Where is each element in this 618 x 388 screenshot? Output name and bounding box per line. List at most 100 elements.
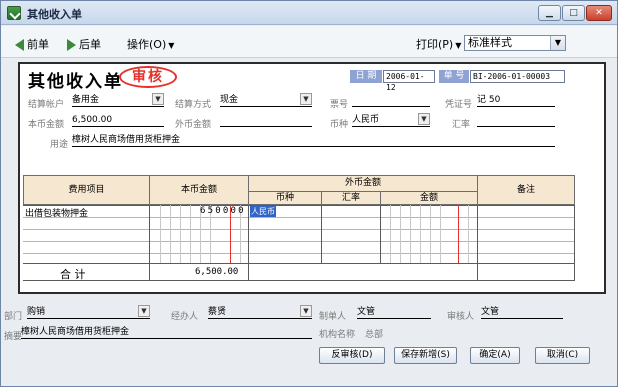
maker-label: 制单人 <box>319 312 347 322</box>
print-label: 打印(P) <box>416 38 454 51</box>
org-label: 机构名称 <box>319 330 356 340</box>
toolbar: 前单 后单 操作(O) ▼ 打印(P) ▼ 标准样式 ▼ <box>1 26 617 58</box>
grid-row-line <box>23 229 575 230</box>
minimize-button[interactable]: ▁ <box>538 5 561 21</box>
col-header-local: 本币金额 <box>149 175 249 205</box>
app-window: 其他收入单 ▁ □ ✕ 前单 后单 操作(O) ▼ 打印(P) ▼ 标准样式 ▼ 其… <box>0 0 618 387</box>
grid-row-line <box>23 241 575 242</box>
handler-label: 经办人 <box>171 312 199 322</box>
chevron-down-icon[interactable]: ▼ <box>300 93 312 105</box>
purpose-field[interactable]: 樟树人民商场借用货柜押金 <box>72 134 555 147</box>
auditor-label: 审核人 <box>447 312 475 322</box>
dropdown-arrow-icon[interactable]: ▼ <box>550 36 565 50</box>
account-value: 备用金 <box>72 95 100 105</box>
dept-field[interactable]: 购销 ▼ <box>27 305 150 319</box>
rate-field[interactable] <box>477 114 555 127</box>
grid-col-line <box>248 205 249 281</box>
col-header-foreign: 外币金额 <box>248 175 478 192</box>
currency-label: 币种 <box>330 120 349 130</box>
doc-no-label: 单 号 <box>439 70 469 83</box>
col-header-note: 备注 <box>477 175 575 205</box>
grid-total-border <box>23 263 575 264</box>
foreign-amount-label: 外币金额 <box>175 120 212 130</box>
footer-panel: 部门 购销 ▼ 经办人 蔡贤 ▼ 制单人 文管 审核人 文管 摘要 樟树人民商场借用… <box>1 297 617 388</box>
local-amount-field[interactable]: 6,500.00 <box>72 114 164 127</box>
method-value: 现金 <box>220 95 239 105</box>
print-style-select[interactable]: 标准样式 ▼ <box>464 35 566 51</box>
unaudit-button[interactable]: 反审核(D) <box>319 347 385 364</box>
summary-field[interactable]: 樟树人民商场借用货柜押金 <box>21 326 312 339</box>
title-bar: 其他收入单 ▁ □ ✕ <box>1 1 617 25</box>
rate-label: 汇率 <box>452 120 471 130</box>
grid-header-border <box>23 205 575 206</box>
digit-line <box>410 205 411 263</box>
method-label: 结算方式 <box>175 100 212 110</box>
maximize-button[interactable]: □ <box>562 5 585 21</box>
operations-label: 操作(O) <box>127 38 167 51</box>
cancel-button[interactable]: 取消(C) <box>535 347 590 364</box>
digit-line <box>440 205 441 263</box>
grid-col-line <box>149 205 150 281</box>
voucher-field[interactable]: 记 50 <box>477 94 555 107</box>
handler-value: 蔡贤 <box>208 307 227 317</box>
window-title: 其他收入单 <box>27 8 82 21</box>
col-header-item: 费用项目 <box>23 175 150 205</box>
col-header-currency: 币种 <box>248 191 322 205</box>
digit-line <box>190 205 191 263</box>
ticket-label: 票号 <box>330 100 349 110</box>
account-label: 结算帐户 <box>28 100 65 110</box>
save-new-button[interactable]: 保存新增(S) <box>394 347 457 364</box>
chevron-down-icon: ▼ <box>455 41 462 50</box>
chevron-down-icon[interactable]: ▼ <box>138 305 150 317</box>
col-header-amount: 金额 <box>380 191 478 205</box>
arrow-right-icon <box>67 39 76 51</box>
chevron-down-icon[interactable]: ▼ <box>152 93 164 105</box>
digit-line <box>420 205 421 263</box>
grid-col-line <box>321 205 322 263</box>
digit-line <box>160 205 161 263</box>
print-style-value: 标准样式 <box>468 36 512 49</box>
operations-menu[interactable]: 操作(O) ▼ <box>127 36 174 52</box>
chevron-down-icon[interactable]: ▼ <box>418 113 430 125</box>
digit-line <box>400 205 401 263</box>
method-field[interactable]: 现金 ▼ <box>220 93 312 107</box>
close-button[interactable]: ✕ <box>586 5 612 21</box>
grid-row-line <box>23 217 575 218</box>
digit-line <box>170 205 171 263</box>
next-record-button[interactable]: 后单 <box>67 36 101 52</box>
digit-line <box>468 205 469 263</box>
next-label: 后单 <box>79 38 101 51</box>
row-item-cell[interactable]: 出借包装物押金 <box>25 206 88 219</box>
foreign-amount-field[interactable] <box>220 114 312 127</box>
prev-label: 前单 <box>27 38 49 51</box>
print-menu[interactable]: 打印(P) ▼ <box>416 36 461 52</box>
row-local-digits[interactable]: 650000 <box>200 206 246 216</box>
date-label: 日 期 <box>350 70 382 83</box>
form-title: 其他收入单 <box>28 72 123 92</box>
auditor-field: 文管 <box>481 306 563 319</box>
row-currency-cell[interactable]: 人民币 <box>250 206 276 217</box>
app-icon <box>7 6 21 20</box>
grid-col-line <box>380 205 381 263</box>
currency-field[interactable]: 人民币 ▼ <box>352 113 430 127</box>
ticket-field[interactable] <box>352 94 430 107</box>
digit-line <box>180 205 181 263</box>
local-amount-label: 本币金额 <box>28 120 65 130</box>
total-label: 合 计 <box>60 268 86 281</box>
maker-field: 文管 <box>357 306 431 319</box>
arrow-left-icon <box>15 39 24 51</box>
digit-line <box>390 205 391 263</box>
col-header-rate: 汇率 <box>321 191 381 205</box>
handler-field[interactable]: 蔡贤 ▼ <box>208 305 312 319</box>
doc-no-field[interactable]: BI-2006-01-00003 <box>470 70 565 83</box>
org-value: 总部 <box>365 330 384 340</box>
purpose-label: 用途 <box>50 140 69 150</box>
date-field[interactable]: 2006-01-12 <box>383 70 435 92</box>
ok-button[interactable]: 确定(A) <box>470 347 520 364</box>
chevron-down-icon[interactable]: ▼ <box>300 305 312 317</box>
prev-record-button[interactable]: 前单 <box>15 36 49 52</box>
grid-col-line <box>477 205 478 281</box>
dept-value: 购销 <box>27 307 46 317</box>
total-value: 6,500.00 <box>195 267 239 277</box>
account-field[interactable]: 备用金 ▼ <box>72 93 164 107</box>
